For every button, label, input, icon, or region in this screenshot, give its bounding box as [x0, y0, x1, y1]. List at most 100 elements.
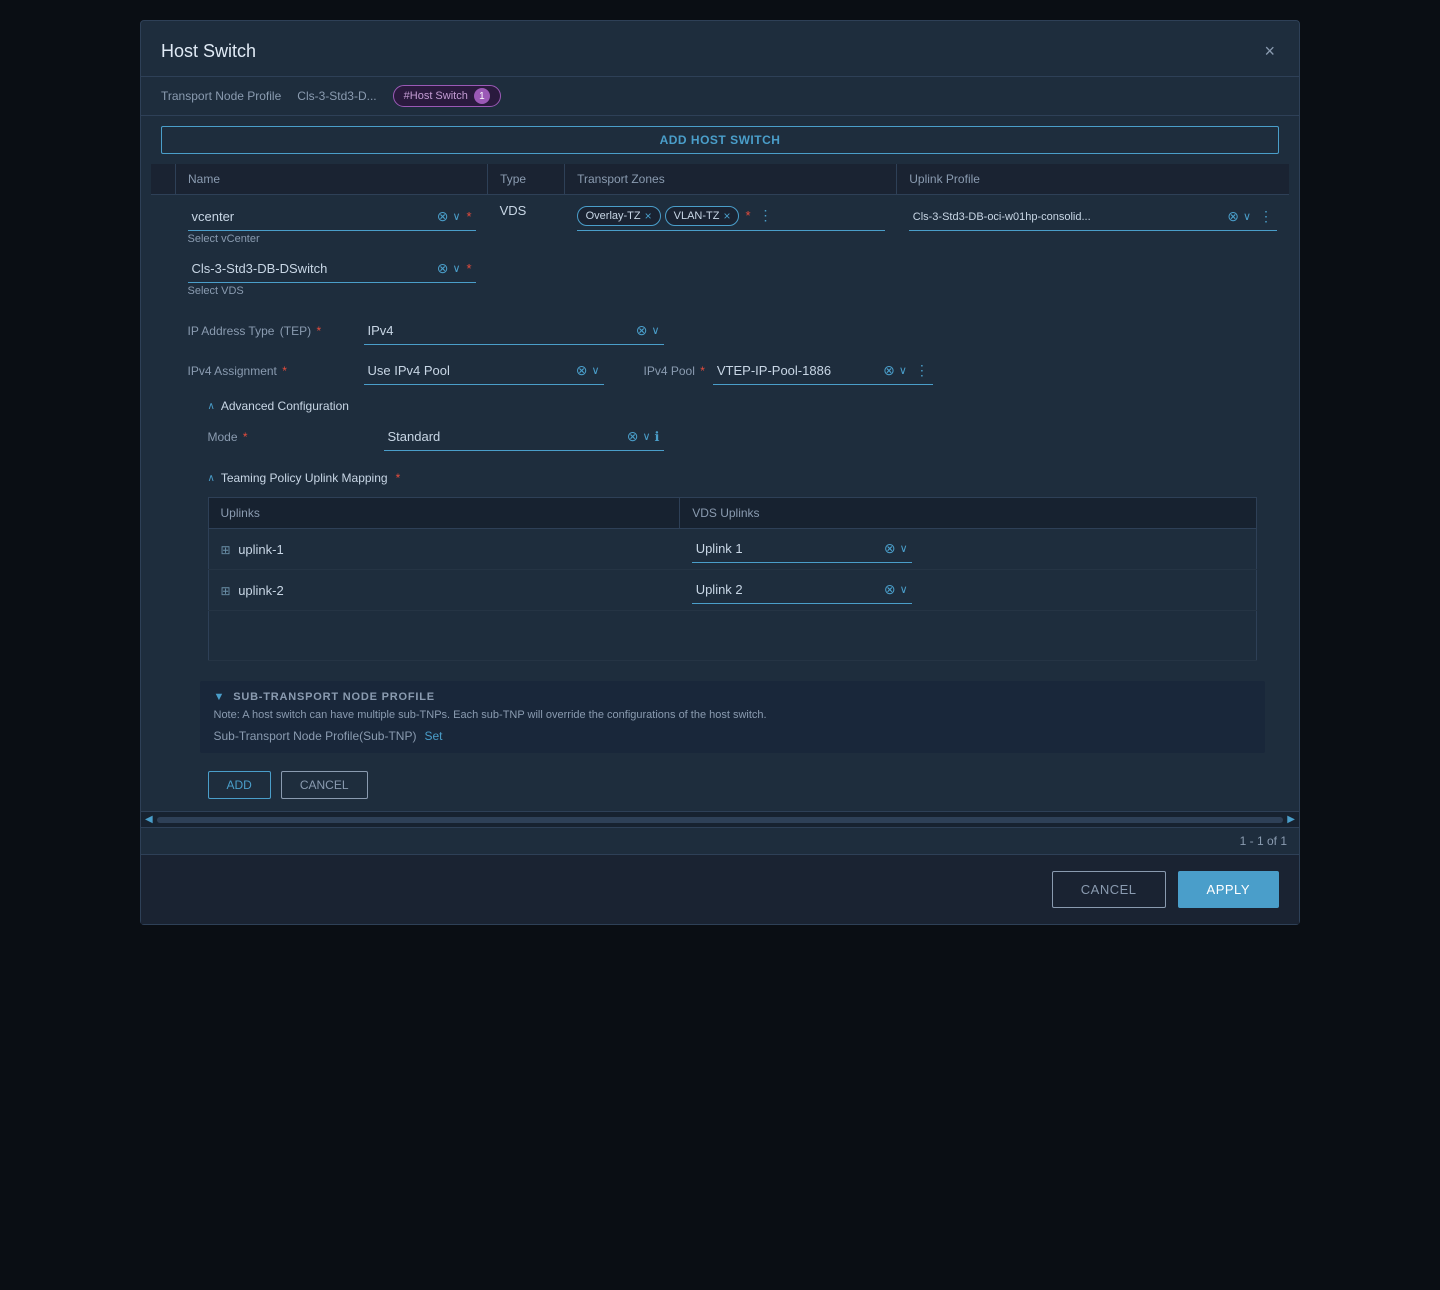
ipv4-pool-dropdown[interactable]: VTEP-IP-Pool-1886 ⊗ ∨ ⋮: [713, 357, 933, 385]
tag-vlan-tz: VLAN-TZ ×: [665, 206, 740, 226]
ip-type-dropdown[interactable]: IPv4 ⊗ ∨: [364, 317, 664, 345]
mode-chevron-icon[interactable]: ∨: [642, 430, 650, 443]
mode-clear-icon[interactable]: ⊗: [627, 428, 639, 445]
scroll-left-icon[interactable]: ◀: [145, 814, 153, 825]
type-cell: VDS: [488, 195, 565, 306]
teaming-policy-header[interactable]: ∧ Teaming Policy Uplink Mapping *: [188, 463, 1278, 489]
badge-label: #Host Switch: [404, 90, 468, 102]
breadcrumb-current: Cls-3-Std3-D...: [297, 89, 376, 103]
uplink-row-2: ⊞ uplink-2 Uplink 2 ⊗ ∨: [208, 570, 1257, 611]
scroll-track: [157, 817, 1284, 823]
footer-cancel-button[interactable]: CANCEL: [1052, 871, 1166, 908]
vds-chevron-icon[interactable]: ∨: [452, 262, 460, 275]
scroll-right-icon[interactable]: ▶: [1287, 814, 1295, 825]
uplink-clear-icon[interactable]: ⊗: [1227, 208, 1239, 225]
uplink-2-vds-dropdown[interactable]: Uplink 2 ⊗ ∨: [692, 576, 912, 604]
tag-vlan-label: VLAN-TZ: [674, 210, 720, 222]
modal-footer: CANCEL APPLY: [141, 854, 1299, 924]
close-button[interactable]: ×: [1260, 37, 1279, 66]
vds-sublabel: Select VDS: [188, 285, 476, 297]
uplink-empty-cell: [208, 611, 1257, 661]
ipv4-pool-clear-icon[interactable]: ⊗: [883, 362, 895, 379]
tz-more-options-icon[interactable]: ⋮: [759, 207, 773, 224]
vds-clear-icon[interactable]: ⊗: [437, 260, 449, 277]
tag-overlay-remove[interactable]: ×: [645, 209, 652, 223]
add-button[interactable]: ADD: [208, 771, 271, 799]
name-cell: vcenter ⊗ ∨ * Select vCenter Cls-3-Std3-…: [176, 195, 488, 306]
tag-vlan-remove[interactable]: ×: [723, 209, 730, 223]
mode-label: Mode *: [208, 430, 368, 444]
type-value: VDS: [500, 203, 527, 218]
advanced-config-header[interactable]: ∧ Advanced Configuration: [188, 391, 1278, 417]
tz-tag-input[interactable]: Overlay-TZ × VLAN-TZ × * ⋮: [577, 203, 885, 231]
detail-row: IP Address Type (TEP) * IPv4 ⊗ ∨: [151, 305, 1289, 811]
mode-info-icon[interactable]: ℹ: [655, 429, 660, 445]
sub-transport-label: Sub-Transport Node Profile(Sub-TNP): [214, 729, 417, 743]
vcenter-chevron-icon[interactable]: ∨: [452, 210, 460, 223]
uplink-2-name: ⊞ uplink-2: [208, 570, 680, 611]
ipv4-required: *: [282, 364, 287, 378]
modal-breadcrumb: Transport Node Profile Cls-3-Std3-D... #…: [141, 77, 1299, 116]
ip-type-chevron-icon[interactable]: ∨: [651, 324, 659, 337]
uplink-2-vds: Uplink 2 ⊗ ∨: [680, 570, 1257, 611]
mode-dropdown[interactable]: Standard ⊗ ∨ ℹ: [384, 423, 664, 451]
uplink-2-chevron-icon[interactable]: ∨: [900, 583, 908, 596]
uplink-table-area: Uplinks VDS Uplinks: [188, 489, 1278, 673]
sub-transport-note: Note: A host switch can have multiple su…: [214, 709, 1252, 721]
ipv4-assign-dropdown[interactable]: Use IPv4 Pool ⊗ ∨: [364, 357, 604, 385]
uplink-row-1: ⊞ uplink-1 Uplink 1 ⊗ ∨: [208, 529, 1257, 570]
sub-transport-collapse-icon[interactable]: ▼: [214, 691, 226, 703]
modal-title: Host Switch: [161, 41, 256, 62]
main-table: Name Type Transport Zones Uplink Profile: [151, 164, 1289, 811]
col-uplink-header: Uplink Profile: [897, 164, 1289, 195]
ip-type-row: IP Address Type (TEP) * IPv4 ⊗ ∨: [188, 311, 1278, 351]
advanced-collapse-icon: ∧: [208, 401, 215, 412]
tz-required: *: [745, 208, 750, 223]
ipv4-assign-chevron-icon[interactable]: ∨: [591, 364, 599, 377]
ipv4-assign-val: Use IPv4 Pool: [368, 363, 572, 378]
ipv4-pool-val: VTEP-IP-Pool-1886: [717, 363, 879, 378]
uplink-empty-row: [208, 611, 1257, 661]
col-vds-uplinks-header: VDS Uplinks: [680, 498, 1257, 529]
cancel-inner-button[interactable]: CANCEL: [281, 771, 368, 799]
uplink-profile-dropdown[interactable]: Cls-3-Std3-DB-oci-w01hp-consolid... ⊗ ∨ …: [909, 203, 1277, 231]
ip-type-clear-icon[interactable]: ⊗: [636, 322, 648, 339]
ipv4-pool-label: IPv4 Pool *: [644, 364, 705, 378]
uplink-more-icon[interactable]: ⋮: [1259, 208, 1273, 225]
vcenter-dropdown[interactable]: vcenter ⊗ ∨ *: [188, 203, 476, 231]
uplink-1-clear-icon[interactable]: ⊗: [884, 540, 896, 557]
uplink-1-vds-dropdown[interactable]: Uplink 1 ⊗ ∨: [692, 535, 912, 563]
form-actions: ADD CANCEL: [188, 761, 1278, 811]
ipv4-pool-more-icon[interactable]: ⋮: [915, 362, 929, 379]
mode-val: Standard: [388, 429, 623, 444]
uplink-1-icon: ⊞: [221, 543, 231, 557]
vcenter-clear-icon[interactable]: ⊗: [437, 208, 449, 225]
sub-transport-section: ▼ SUB-TRANSPORT NODE PROFILE Note: A hos…: [200, 681, 1266, 753]
footer-apply-button[interactable]: APPLY: [1178, 871, 1279, 908]
uplink-cell: Cls-3-Std3-DB-oci-w01hp-consolid... ⊗ ∨ …: [897, 195, 1289, 306]
vcenter-value: vcenter: [192, 209, 433, 224]
detail-active-bar: [151, 305, 176, 811]
sub-transport-set-link[interactable]: Set: [424, 729, 442, 743]
scrollbar[interactable]: ◀ ▶: [141, 811, 1299, 827]
pagination-text: 1 - 1 of 1: [1240, 834, 1287, 848]
tz-cell: Overlay-TZ × VLAN-TZ × * ⋮: [565, 195, 897, 306]
ip-type-val: IPv4: [368, 323, 632, 338]
teaming-collapse-icon: ∧: [208, 473, 215, 484]
ipv4-pool-chevron-icon[interactable]: ∨: [899, 364, 907, 377]
active-indicator-cell: [151, 195, 176, 306]
vds-dropdown[interactable]: Cls-3-Std3-DB-DSwitch ⊗ ∨ *: [188, 255, 476, 283]
tag-overlay-tz: Overlay-TZ ×: [577, 206, 661, 226]
pagination: 1 - 1 of 1: [141, 827, 1299, 854]
uplink-2-clear-icon[interactable]: ⊗: [884, 581, 896, 598]
col-uplinks-header: Uplinks: [208, 498, 680, 529]
host-switch-badge[interactable]: #Host Switch 1: [393, 85, 501, 107]
modal-header: Host Switch ×: [141, 21, 1299, 77]
ipv4-assign-clear-icon[interactable]: ⊗: [576, 362, 588, 379]
ip-type-label: IP Address Type (TEP) *: [188, 324, 348, 338]
uplink-chevron-icon[interactable]: ∨: [1243, 210, 1251, 223]
badge-count: 1: [474, 88, 490, 104]
add-host-switch-button[interactable]: ADD HOST SWITCH: [161, 126, 1279, 154]
ipv4-pool-area: IPv4 Pool * VTEP-IP-Pool-1886 ⊗ ∨ ⋮: [644, 357, 933, 385]
uplink-1-chevron-icon[interactable]: ∨: [900, 542, 908, 555]
